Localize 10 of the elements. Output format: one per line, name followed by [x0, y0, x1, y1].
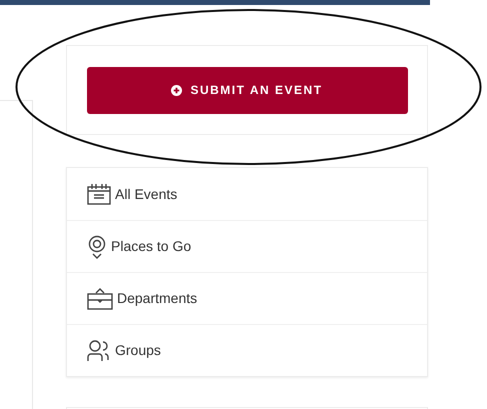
location-pin-icon: [87, 234, 107, 258]
calendar-icon: [87, 183, 111, 205]
briefcase-icon: [87, 288, 113, 310]
plus-circle-icon: [171, 84, 182, 96]
submit-event-button[interactable]: SUBMIT AN EVENT: [86, 66, 408, 114]
nav-item[interactable]: All Events: [67, 168, 427, 220]
users-icon: [87, 340, 111, 362]
nav-item[interactable]: Groups: [67, 324, 427, 376]
nav-item[interactable]: Places to Go: [67, 220, 427, 272]
nav-item[interactable]: Departments: [67, 272, 427, 324]
